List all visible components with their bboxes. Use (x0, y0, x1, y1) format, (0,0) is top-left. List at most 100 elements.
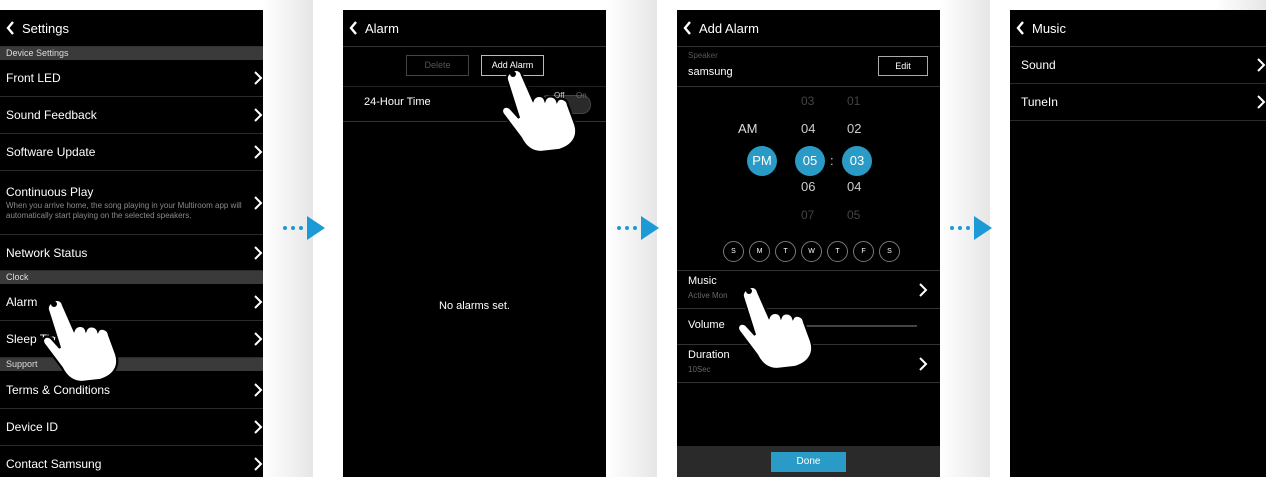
section-device-settings: Device Settings (0, 47, 263, 60)
tap-hand-icon (500, 68, 578, 152)
add-alarm-header: Add Alarm (677, 10, 940, 47)
music-subtext: Active Mon (688, 291, 728, 300)
add-alarm-screen: Add Alarm Speaker samsung Edit AM PM 03 … (677, 10, 940, 477)
chevron-right-icon (254, 145, 263, 159)
menu-item-device-id[interactable]: Device ID (0, 409, 263, 446)
hour-option[interactable]: 04 (801, 121, 815, 136)
menu-item-description: When you arrive home, the song playing i… (6, 200, 242, 220)
menu-item-network-status[interactable]: Network Status (0, 235, 263, 271)
alarm-header: Alarm (343, 10, 606, 47)
day-toggle-thu[interactable]: T (827, 241, 848, 262)
chevron-right-icon (254, 108, 263, 122)
chevron-right-icon (1257, 95, 1266, 109)
hour-option-selected[interactable]: 05 (795, 146, 825, 176)
chevron-right-icon (254, 195, 263, 210)
arrow-dot (958, 226, 962, 230)
menu-item-label: Alarm (6, 295, 38, 309)
day-toggle-sun[interactable]: S (723, 241, 744, 262)
arrow-dot (633, 226, 637, 230)
menu-item-label: Front LED (6, 71, 61, 85)
arrow-dot (617, 226, 621, 230)
done-button[interactable]: Done (771, 452, 846, 472)
music-source-label: TuneIn (1021, 95, 1058, 109)
menu-item-continuous-play[interactable]: Continuous Play When you arrive home, th… (0, 171, 263, 235)
time-picker[interactable]: AM PM 03 04 05 06 07 : 01 02 03 04 05 (677, 90, 940, 230)
menu-item-label: Continuous Play (6, 184, 94, 199)
flow-arrow (283, 216, 325, 240)
speaker-value: samsung (688, 66, 733, 78)
speaker-label: Speaker (688, 51, 718, 60)
page-title: Add Alarm (699, 20, 759, 36)
day-toggle-fri[interactable]: F (853, 241, 874, 262)
day-toggle-sat[interactable]: S (879, 241, 900, 262)
arrow-right-icon (641, 216, 659, 240)
music-source-sound[interactable]: Sound (1010, 47, 1266, 84)
empty-state-text: No alarms set. (439, 300, 510, 312)
chevron-right-icon (254, 245, 263, 260)
music-label: Music (688, 275, 717, 287)
edit-button[interactable]: Edit (878, 56, 928, 76)
time-separator: : (830, 153, 834, 168)
page-title: Alarm (365, 20, 399, 36)
section-clock: Clock (0, 271, 263, 284)
arrow-right-icon (307, 216, 325, 240)
arrow-dot (625, 226, 629, 230)
speaker-row: Speaker samsung Edit (677, 47, 940, 87)
duration-label: Duration (688, 349, 730, 361)
music-source-tunein[interactable]: TuneIn (1010, 84, 1266, 121)
menu-item-contact-samsung[interactable]: Contact Samsung (0, 446, 263, 477)
chevron-right-icon (254, 332, 263, 346)
chevron-right-icon (254, 295, 263, 309)
arrow-dot (966, 226, 970, 230)
arrow-dot (299, 226, 303, 230)
minute-option-selected[interactable]: 03 (842, 146, 872, 176)
flow-arrow (950, 216, 992, 240)
flow-arrow (617, 216, 659, 240)
settings-screen: Settings Device Settings Front LED Sound… (0, 10, 263, 477)
hour-option[interactable]: 03 (801, 94, 814, 108)
hour-option[interactable]: 06 (801, 179, 815, 194)
duration-subtext: 10Sec (688, 365, 711, 374)
day-selector: S M T W T F S (723, 241, 913, 265)
day-toggle-tue[interactable]: T (775, 241, 796, 262)
hour-option[interactable]: 07 (801, 208, 814, 222)
page-title: Music (1032, 20, 1066, 36)
music-header: Music (1010, 10, 1266, 47)
menu-item-software-update[interactable]: Software Update (0, 134, 263, 171)
chevron-right-icon (254, 457, 263, 471)
chevron-right-icon (254, 420, 263, 434)
music-source-label: Sound (1021, 58, 1056, 72)
menu-item-label: Sound Feedback (6, 108, 97, 122)
menu-item-label: Device ID (6, 420, 59, 434)
day-toggle-wed[interactable]: W (801, 241, 822, 262)
menu-item-label: Software Update (6, 145, 96, 159)
minute-option[interactable]: 01 (847, 94, 860, 108)
back-icon[interactable] (683, 21, 693, 35)
chevron-right-icon (254, 382, 263, 397)
chevron-right-icon (1257, 58, 1266, 72)
arrow-dot (291, 226, 295, 230)
tap-hand-icon (41, 298, 119, 382)
tap-hand-icon (736, 285, 814, 369)
settings-header: Settings (0, 10, 263, 47)
minute-option[interactable]: 05 (847, 208, 860, 222)
chevron-right-icon (919, 283, 928, 297)
delete-button[interactable]: Delete (406, 55, 469, 76)
am-option[interactable]: AM (738, 121, 758, 136)
arrow-dot (950, 226, 954, 230)
menu-item-label: Terms & Conditions (6, 382, 111, 397)
menu-item-front-led[interactable]: Front LED (0, 60, 263, 97)
pm-option-selected[interactable]: PM (747, 146, 777, 176)
back-icon[interactable] (1016, 21, 1026, 35)
back-icon[interactable] (6, 21, 16, 35)
menu-item-sound-feedback[interactable]: Sound Feedback (0, 97, 263, 134)
day-toggle-mon[interactable]: M (749, 241, 770, 262)
page-title: Settings (22, 20, 69, 36)
minute-option[interactable]: 04 (847, 179, 861, 194)
menu-item-label: Contact Samsung (6, 457, 102, 471)
music-screen: Music Sound TuneIn (1010, 10, 1266, 477)
back-icon[interactable] (349, 21, 359, 35)
minute-option[interactable]: 02 (847, 121, 861, 136)
arrow-right-icon (974, 216, 992, 240)
bottom-bar: Done (677, 446, 940, 477)
